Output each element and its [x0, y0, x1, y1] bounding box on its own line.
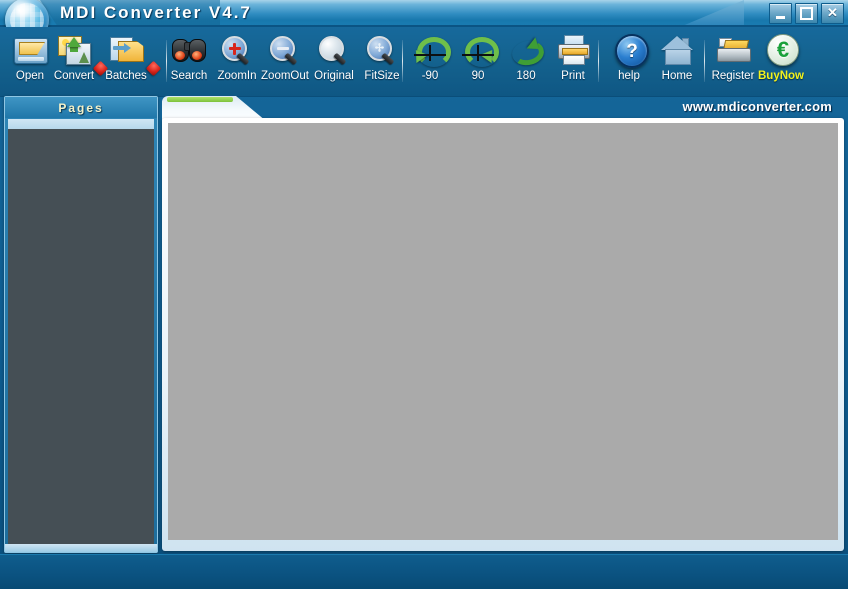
pages-panel-footer — [5, 544, 157, 552]
toolbar-button-rotate-180[interactable]: 180 — [499, 31, 553, 93]
toolbar-label-search: Search — [171, 70, 207, 82]
document-tab-green-stripe — [167, 97, 233, 102]
toolbar-label-rotate-right: 90 — [472, 70, 485, 82]
home-icon — [659, 31, 695, 69]
toolbar-label-fitsize: FitSize — [364, 70, 399, 82]
toolbar-button-convert[interactable]: Convert — [47, 31, 101, 93]
toolbar-button-buynow[interactable]: € BuyNow — [754, 31, 808, 93]
toolbar-button-print[interactable]: Print — [546, 31, 600, 93]
minimize-icon[interactable] — [769, 3, 792, 24]
toolbar-label-register: Register — [712, 70, 755, 82]
rotate-180-icon — [508, 31, 544, 69]
rotate-left-icon — [412, 31, 448, 69]
window-title: MDI Converter V4.7 — [60, 3, 252, 23]
rotate-right-icon — [460, 31, 496, 69]
pages-panel: Pages — [4, 96, 158, 553]
toolbar-button-rotate-left[interactable]: -90 — [403, 31, 457, 93]
toolbar-button-fitsize[interactable]: ✢ FitSize — [355, 31, 409, 93]
window-controls: ✕ — [766, 3, 844, 23]
blue-globe-icon — [5, 0, 49, 27]
application-window: MDI Converter V4.7 ✕ Open — [0, 0, 848, 589]
magnifier-fit-icon: ✢ — [364, 31, 400, 69]
main-toolbar: Open Convert — [0, 27, 848, 97]
magnifier-minus-icon — [267, 31, 303, 69]
maximize-icon[interactable] — [795, 3, 818, 24]
toolbar-label-open: Open — [16, 70, 44, 82]
toolbar-button-help[interactable]: ? help — [602, 31, 656, 93]
toolbar-button-zoomin[interactable]: ZoomIn — [210, 31, 264, 93]
open-folder-icon — [12, 31, 48, 69]
toolbar-label-rotate-180: 180 — [516, 70, 535, 82]
toolbar-button-rotate-right[interactable]: 90 — [451, 31, 505, 93]
convert-image-icon — [56, 31, 92, 69]
close-icon[interactable]: ✕ — [821, 3, 844, 24]
printer-icon — [555, 31, 591, 69]
toolbar-label-convert: Convert — [54, 70, 94, 82]
help-circle-icon: ? — [611, 31, 647, 69]
toolbar-button-search[interactable]: Search — [162, 31, 216, 93]
magnifier-icon — [316, 31, 352, 69]
pages-thumbnail-list[interactable] — [8, 129, 154, 544]
content-area: www.mdiconverter.com Pages — [0, 96, 848, 589]
title-diagonal-decoration — [680, 0, 744, 27]
euro-coin-icon: € — [763, 31, 799, 69]
toolbar-label-batches: Batches — [105, 70, 147, 82]
toolbar-button-register[interactable]: Register — [706, 31, 760, 93]
binoculars-icon — [171, 31, 207, 69]
toolbar-label-zoomout: ZoomOut — [261, 70, 309, 82]
cash-register-icon — [715, 31, 751, 69]
document-panel — [162, 96, 844, 551]
status-bar — [0, 554, 848, 589]
toolbar-label-home: Home — [662, 70, 693, 82]
title-bar: MDI Converter V4.7 ✕ — [0, 0, 848, 27]
toolbar-label-original: Original — [314, 70, 354, 82]
toolbar-label-buynow: BuyNow — [758, 70, 804, 82]
document-frame — [162, 118, 844, 551]
toolbar-separator — [704, 40, 705, 82]
toolbar-button-zoomout[interactable]: ZoomOut — [258, 31, 312, 93]
toolbar-separator — [598, 40, 599, 82]
toolbar-button-batches[interactable]: Batches — [99, 31, 153, 93]
toolbar-label-help: help — [618, 70, 640, 82]
toolbar-button-home[interactable]: Home — [650, 31, 704, 93]
toolbar-label-rotate-left: -90 — [422, 70, 439, 82]
toolbar-label-zoomin: ZoomIn — [218, 70, 257, 82]
batch-folder-icon — [108, 31, 144, 69]
pages-panel-subbar — [8, 119, 154, 129]
toolbar-button-original[interactable]: Original — [307, 31, 361, 93]
toolbar-label-print: Print — [561, 70, 585, 82]
pages-panel-header: Pages — [5, 97, 157, 118]
document-canvas[interactable] — [168, 123, 838, 540]
magnifier-plus-icon — [219, 31, 255, 69]
